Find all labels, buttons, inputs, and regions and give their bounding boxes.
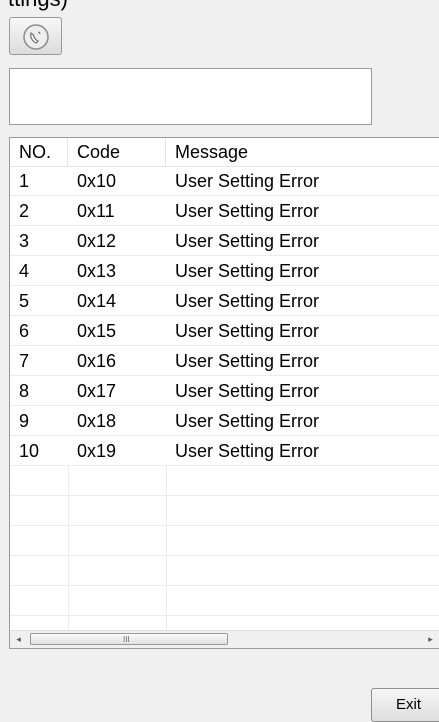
scroll-right-arrow-icon[interactable]: ▸ — [422, 631, 439, 648]
column-header-code[interactable]: Code — [68, 138, 166, 166]
scroll-left-arrow-icon[interactable]: ◂ — [10, 631, 27, 648]
row-message: User Setting Error — [175, 291, 320, 311]
column-header-no[interactable]: NO. — [10, 138, 68, 166]
row-no: 5 — [19, 291, 30, 311]
row-message: User Setting Error — [175, 441, 320, 461]
row-code: 0x11 — [77, 201, 115, 221]
row-code: 0x10 — [77, 171, 117, 191]
row-message: User Setting Error — [175, 261, 320, 281]
row-message: User Setting Error — [175, 201, 320, 221]
row-message: User Setting Error — [175, 171, 320, 191]
table-row[interactable]: 5 0x14 User Setting Error — [10, 286, 439, 316]
row-code: 0x14 — [77, 291, 117, 311]
row-code: 0x15 — [77, 321, 117, 341]
list-rows: 1 0x10 User Setting Error 2 0x11 User Se… — [10, 166, 439, 646]
scrollbar-thumb[interactable]: III — [30, 633, 228, 645]
row-no: 7 — [19, 351, 30, 371]
column-header-message[interactable]: Message — [166, 138, 439, 166]
empty-row — [10, 466, 439, 496]
table-row[interactable]: 4 0x13 User Setting Error — [10, 256, 439, 286]
table-row[interactable]: 2 0x11 User Setting Error — [10, 196, 439, 226]
row-code: 0x12 — [77, 231, 117, 251]
row-code: 0x13 — [77, 261, 117, 281]
row-no: 3 — [19, 231, 30, 251]
row-no: 6 — [19, 321, 30, 341]
table-row[interactable]: 9 0x18 User Setting Error — [10, 406, 439, 436]
row-message: User Setting Error — [175, 381, 320, 401]
row-code: 0x17 — [77, 381, 117, 401]
scrollbar-grip-icon: III — [123, 635, 130, 644]
row-message: User Setting Error — [175, 351, 320, 371]
table-row[interactable]: 10 0x19 User Setting Error — [10, 436, 439, 466]
row-code: 0x19 — [77, 441, 117, 461]
list-header: NO. Code Message — [10, 138, 439, 167]
row-no: 4 — [19, 261, 30, 281]
row-no: 10 — [19, 441, 40, 461]
empty-row — [10, 586, 439, 616]
empty-row — [10, 556, 439, 586]
message-box[interactable] — [9, 68, 372, 125]
row-no: 2 — [19, 201, 30, 221]
row-no: 8 — [19, 381, 30, 401]
row-code: 0x16 — [77, 351, 117, 371]
row-message: User Setting Error — [175, 321, 320, 341]
row-code: 0x18 — [77, 411, 117, 431]
empty-row — [10, 526, 439, 556]
table-row[interactable]: 8 0x17 User Setting Error — [10, 376, 439, 406]
table-row[interactable]: 6 0x15 User Setting Error — [10, 316, 439, 346]
error-list-view[interactable]: NO. Code Message 1 0x10 User Setting Err… — [9, 137, 439, 649]
phone-button[interactable] — [9, 17, 62, 55]
table-row[interactable]: 1 0x10 User Setting Error — [10, 166, 439, 196]
row-message: User Setting Error — [175, 411, 320, 431]
table-row[interactable]: 7 0x16 User Setting Error — [10, 346, 439, 376]
row-no: 9 — [19, 411, 30, 431]
table-row[interactable]: 3 0x12 User Setting Error — [10, 226, 439, 256]
row-message: User Setting Error — [175, 231, 320, 251]
row-no: 1 — [19, 171, 30, 191]
exit-button[interactable]: Exit — [371, 688, 439, 722]
phone-icon — [23, 24, 49, 50]
column-divider — [68, 466, 69, 631]
horizontal-scrollbar[interactable]: ◂ III ▸ — [10, 630, 439, 648]
empty-row — [10, 496, 439, 526]
top-cutoff-text: ttings) — [8, 0, 68, 12]
column-divider — [166, 466, 167, 631]
